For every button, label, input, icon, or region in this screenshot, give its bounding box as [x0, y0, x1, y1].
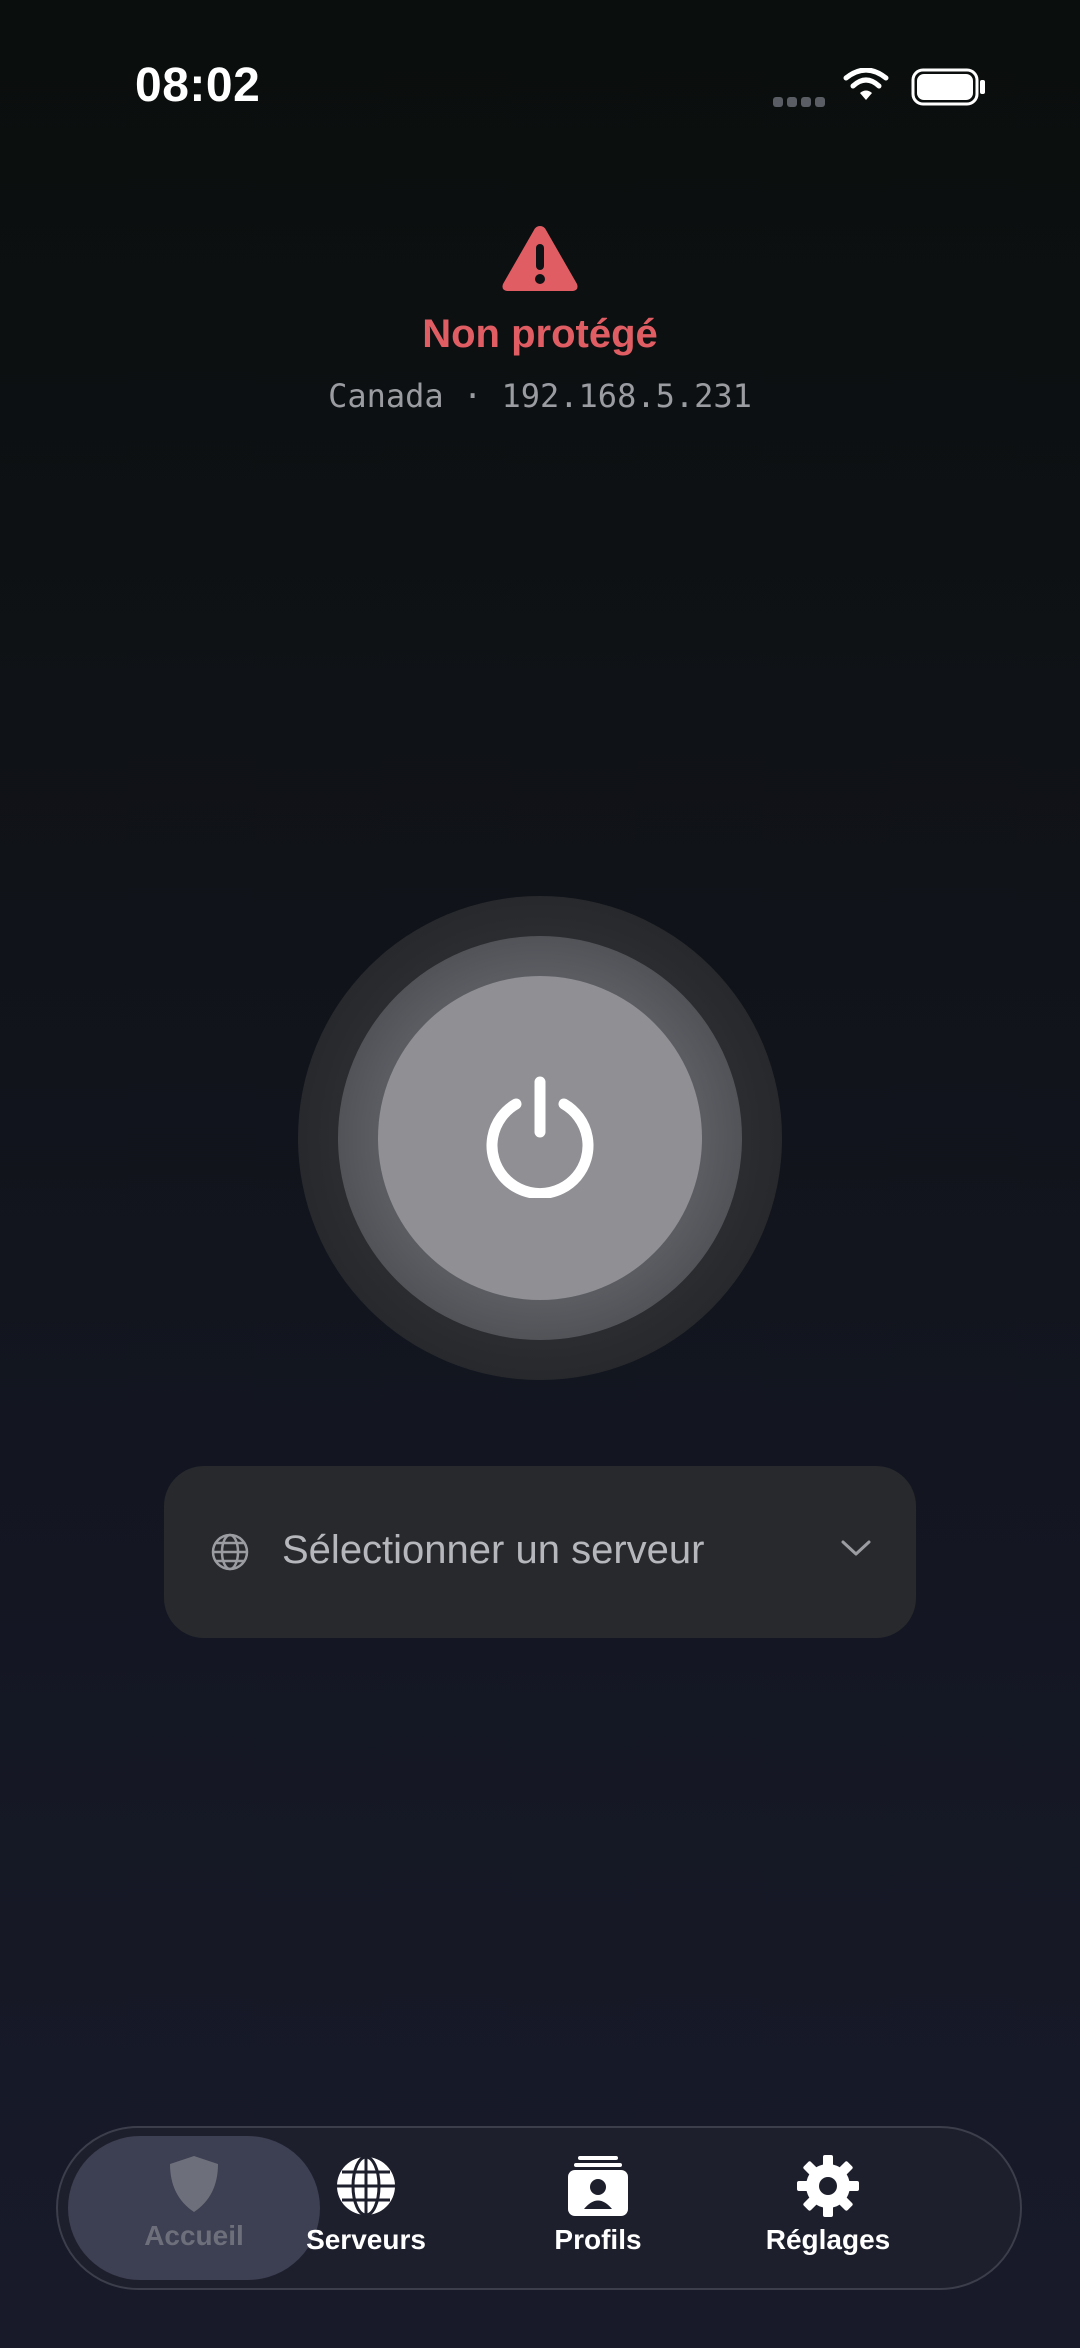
- clock: 08:02: [135, 59, 261, 112]
- globe-icon: [337, 2155, 395, 2217]
- location-ip: Canada · 192.168.5.231: [328, 377, 752, 415]
- chevron-down-icon: [841, 1540, 871, 1556]
- gear-icon: [797, 2155, 859, 2217]
- tab-serveurs[interactable]: Serveurs: [250, 2136, 482, 2280]
- server-selector-label: Sélectionner un serveur: [282, 1528, 705, 1572]
- globe-icon: [211, 1533, 249, 1571]
- cellular-signal-icon: [773, 94, 829, 112]
- connect-power-button[interactable]: [378, 976, 702, 1300]
- battery-icon: [911, 68, 985, 106]
- profile-card-icon: [568, 2156, 628, 2216]
- tab-profils[interactable]: Profils: [482, 2136, 714, 2280]
- power-control: [298, 896, 782, 1380]
- wifi-icon: [843, 68, 889, 100]
- status-title: Non protégé: [422, 312, 658, 356]
- tab-label: Réglages: [765, 2224, 891, 2255]
- connection-status: Non protégé Canada · 192.168.5.231: [0, 222, 1080, 415]
- tab-reglages[interactable]: Réglages: [712, 2136, 944, 2280]
- tab-label: Profils: [554, 2224, 642, 2255]
- power-icon: [486, 1076, 594, 1198]
- tab-label: Serveurs: [306, 2224, 426, 2255]
- tab-bar: Accueil Serveurs Profils Réglages: [56, 2126, 1022, 2290]
- shield-icon: [170, 2156, 218, 2212]
- warning-icon: [502, 226, 578, 291]
- status-bar: 08:02: [0, 0, 1080, 180]
- server-selector-dropdown[interactable]: Sélectionner un serveur: [164, 1466, 916, 1638]
